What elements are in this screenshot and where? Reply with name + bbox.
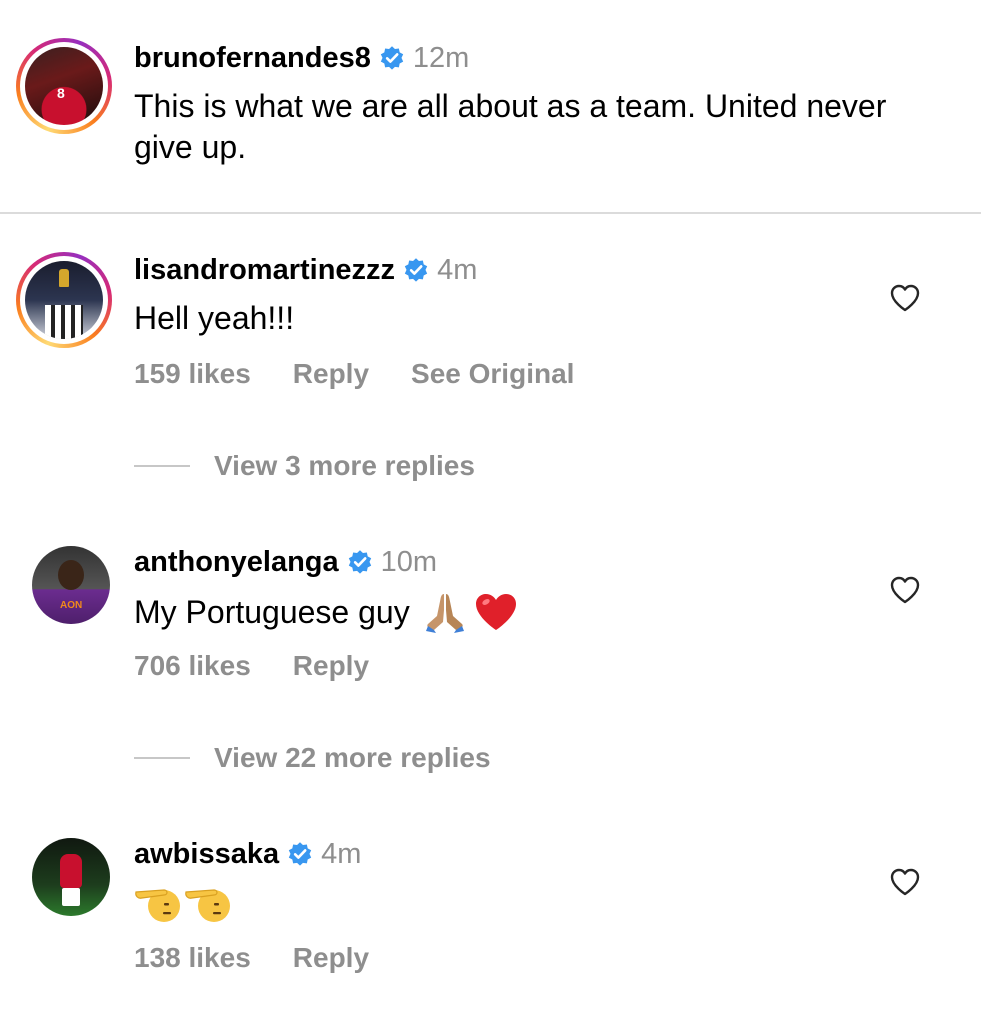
red-heart-emoji-icon [475,594,516,630]
comment-body: My Portuguese guy [134,590,518,634]
verified-badge-icon [380,46,404,70]
timestamp: 4m [437,253,478,286]
view-replies-label[interactable]: View 22 more replies [214,742,491,774]
likes-count[interactable]: 138 likes [134,942,251,974]
comment-header: anthonyelanga 10m [134,542,437,582]
verified-badge-icon [404,258,428,282]
avatar-anthonyelanga[interactable]: AON [32,546,110,624]
view-replies-label[interactable]: View 3 more replies [214,450,475,482]
heart-outline-icon[interactable] [890,284,920,312]
folded-hands-emoji-icon [425,594,464,633]
comment-actions: 706 likes Reply [134,650,369,682]
heart-outline-icon[interactable] [890,868,920,896]
comment-text: Hell yeah!!! [134,300,295,336]
verified-badge-icon [288,842,312,866]
caption-text: This is what we are all about as a team.… [134,88,887,165]
sponsor-text: AON [60,600,83,611]
saluting-face-emoji-icon [135,889,180,922]
timestamp: 12m [412,41,470,74]
comment-header: lisandromartinezzz 4m [134,250,477,290]
likes-count[interactable]: 706 likes [134,650,251,682]
divider [0,212,981,214]
replies-line [134,465,190,467]
likes-count[interactable]: 159 likes [134,358,251,390]
see-original-button[interactable]: See Original [411,358,574,390]
avatar-lisandromartinezzz[interactable] [16,252,112,348]
view-replies-button[interactable]: View 3 more replies [134,450,475,482]
comment-body [134,882,232,924]
comment-header: awbissaka 4m [134,834,361,874]
jersey-number: 8 [57,85,65,101]
view-replies-button[interactable]: View 22 more replies [134,742,491,774]
username[interactable]: lisandromartinezzz [134,254,395,287]
heart-outline-icon[interactable] [890,576,920,604]
timestamp: 4m [321,837,362,870]
reply-button[interactable]: Reply [293,358,369,390]
timestamp: 10m [380,545,438,578]
avatar-awbissaka[interactable] [32,838,110,916]
caption-header: brunofernandes8 12m [134,38,469,78]
comment-actions: 159 likes Reply See Original [134,358,574,390]
post-caption: 8 brunofernandes8 12m This is what we ar… [0,0,981,212]
avatar-brunofernandes8[interactable]: 8 [16,38,112,134]
replies-line [134,757,190,759]
username[interactable]: anthonyelanga [134,546,339,579]
comment-actions: 138 likes Reply [134,942,369,974]
saluting-face-emoji-icon [185,889,230,922]
reply-button[interactable]: Reply [293,650,369,682]
comment-text: My Portuguese guy [134,593,410,630]
reply-button[interactable]: Reply [293,942,369,974]
verified-badge-icon [348,550,371,574]
username[interactable]: awbissaka [134,838,279,871]
username[interactable]: brunofernandes8 [134,42,371,75]
